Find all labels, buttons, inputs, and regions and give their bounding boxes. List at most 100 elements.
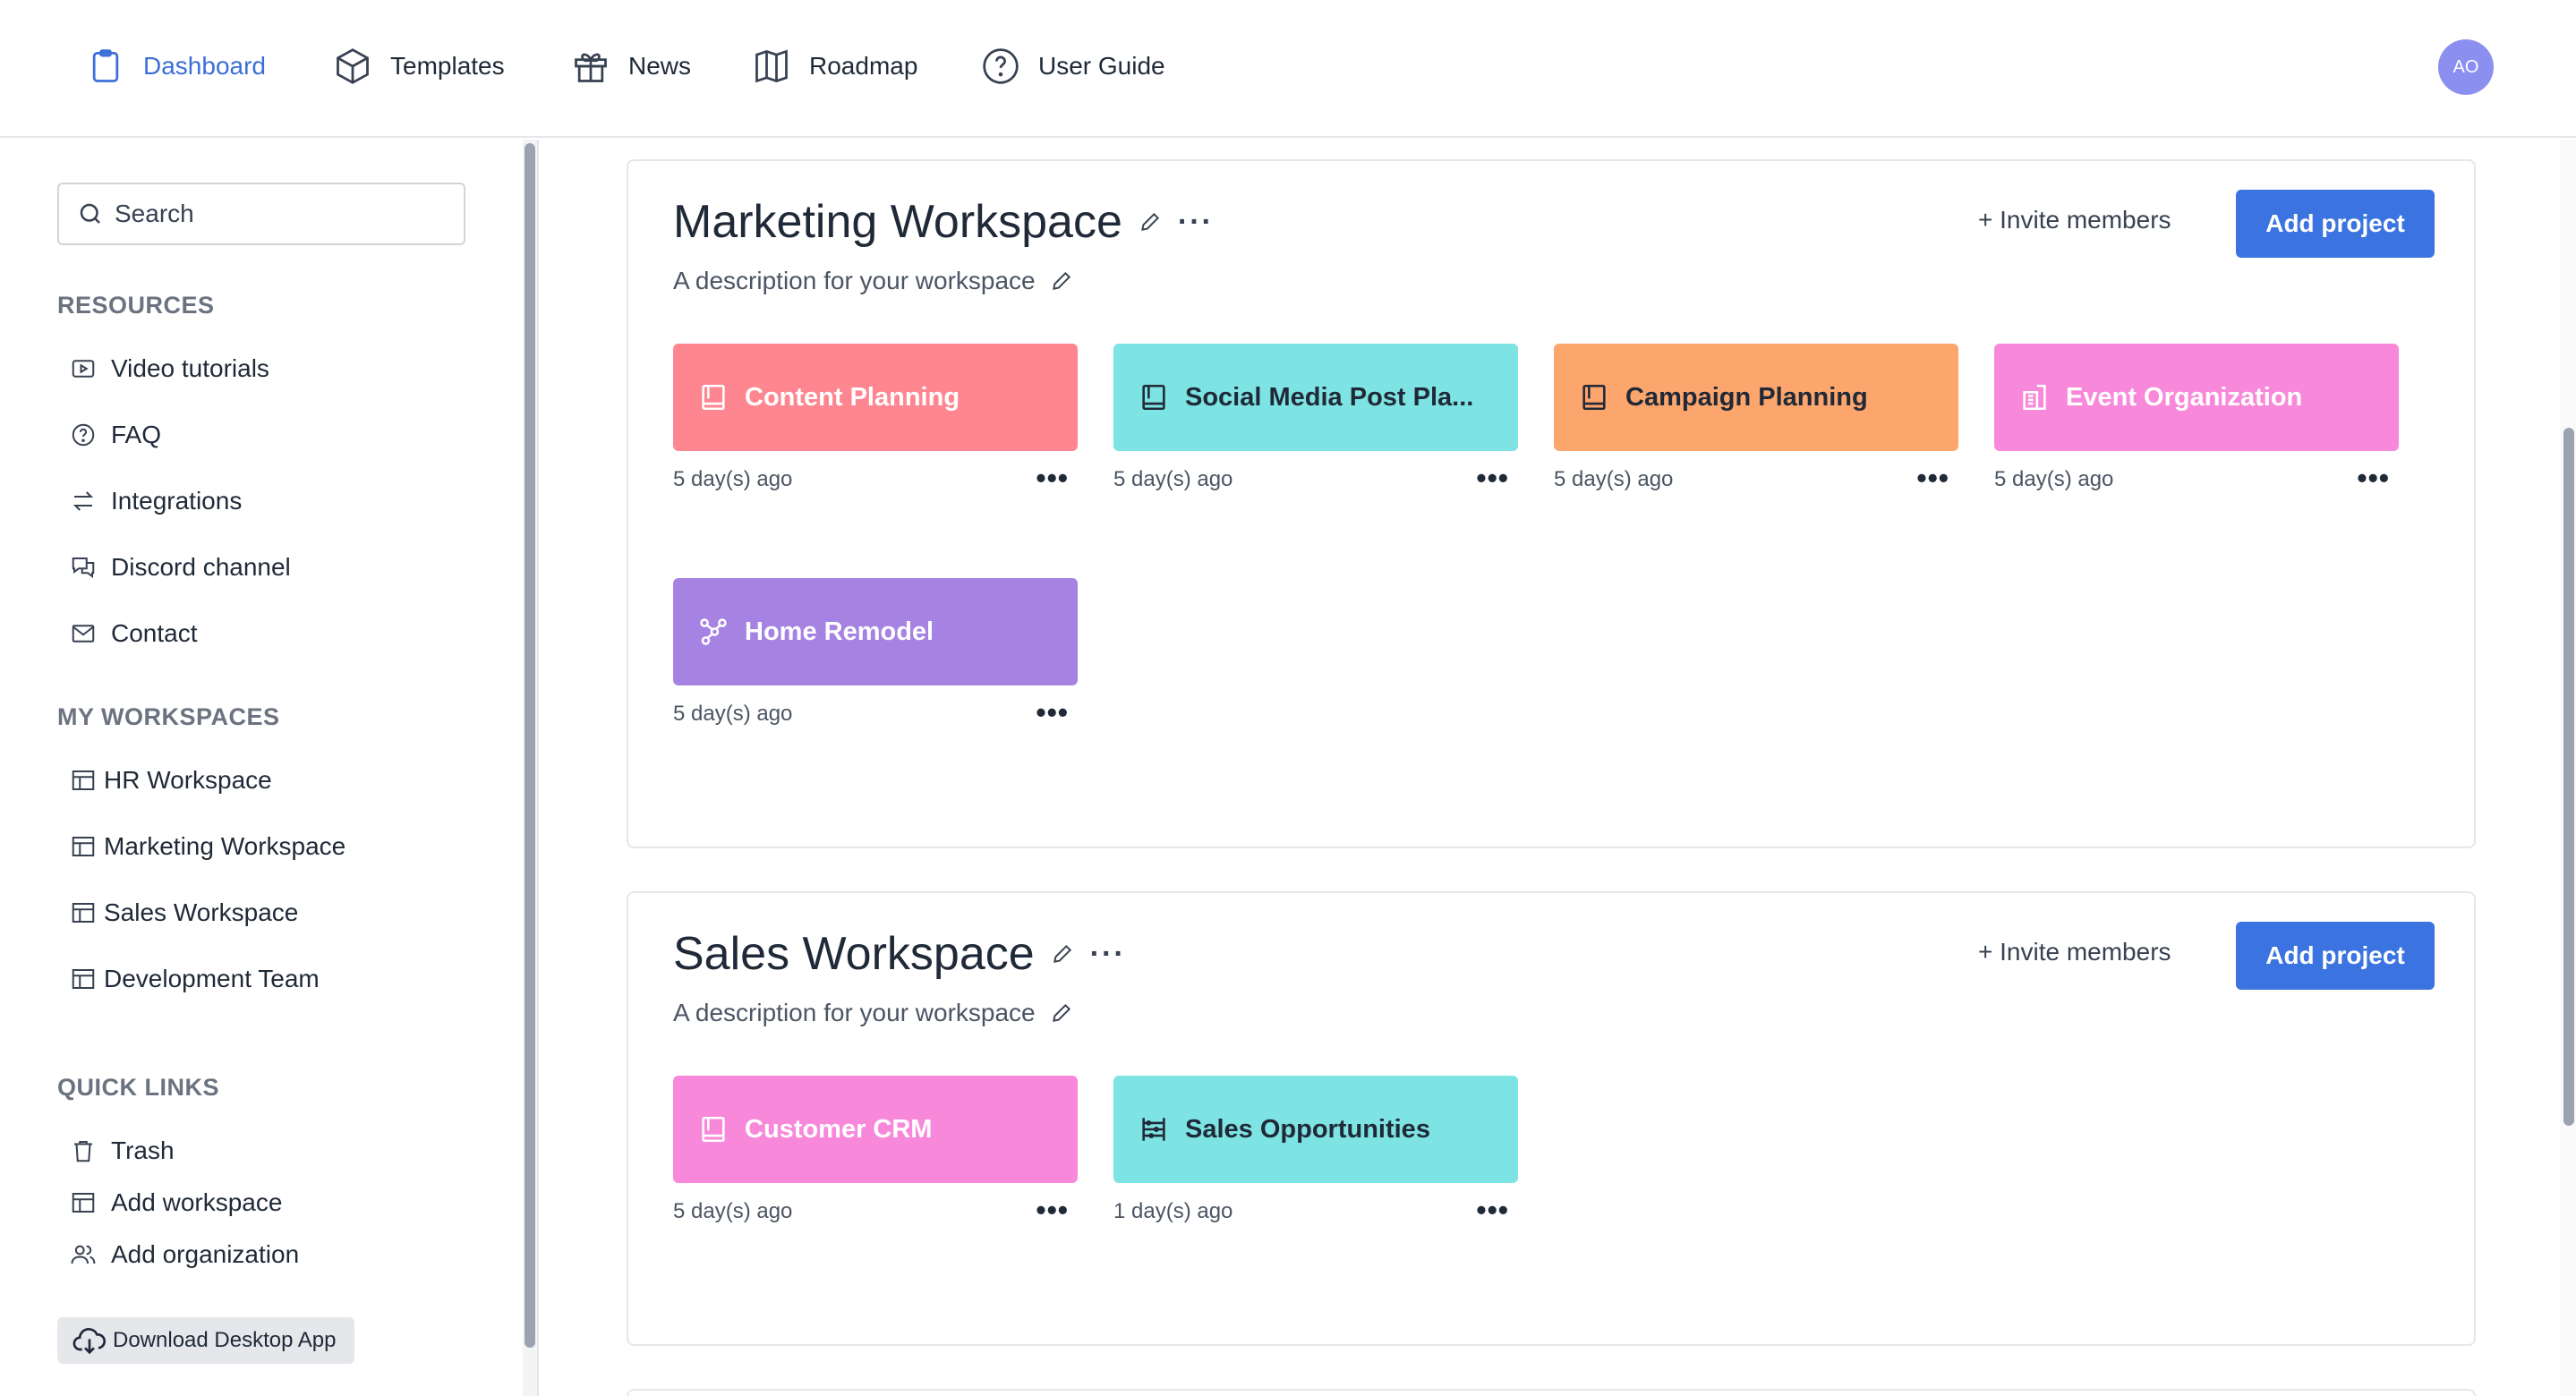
sidebar-item-faq[interactable]: FAQ	[70, 415, 161, 455]
project-meta: 5 day(s) ago •••	[1113, 451, 1518, 505]
sidebar-item-label: Development Team	[104, 965, 320, 992]
project-name: Campaign Planning	[1625, 382, 1868, 412]
project-tile[interactable]: Content Planning	[673, 344, 1078, 451]
project-meta: 5 day(s) ago •••	[1994, 451, 2399, 505]
avatar[interactable]: AO	[2438, 39, 2494, 95]
sidebar-scrollbar[interactable]	[523, 140, 537, 1396]
scrollbar-thumb[interactable]	[525, 143, 535, 1348]
project-name: Content Planning	[745, 382, 960, 412]
book-icon	[1142, 384, 1165, 411]
project-name: Social Media Post Pla...	[1185, 382, 1474, 412]
graph-icon	[700, 618, 727, 645]
sidebar-item-video-tutorials[interactable]: Video tutorials	[70, 349, 269, 388]
project-updated: 5 day(s) ago	[673, 467, 793, 491]
invite-members-button[interactable]: + Invite members	[1978, 206, 2171, 234]
sidebar-item-hr-workspace[interactable]: HR Workspace	[70, 761, 272, 800]
project-more-button[interactable]: •••	[1036, 462, 1069, 495]
sidebar-item-label: Video tutorials	[111, 354, 269, 382]
nav-label: User Guide	[1038, 52, 1165, 80]
project-card: Event Organization 5 day(s) ago •••	[1994, 344, 2399, 505]
pencil-icon[interactable]	[1050, 1001, 1073, 1025]
project-more-button[interactable]: •••	[1036, 1194, 1069, 1227]
my-workspaces-title: MY WORKSPACES	[57, 703, 280, 730]
table-icon	[72, 1193, 95, 1213]
question-circle-icon	[983, 48, 1019, 84]
pencil-icon[interactable]	[1139, 210, 1162, 234]
book-icon	[702, 384, 725, 411]
project-tile[interactable]: Social Media Post Pla...	[1113, 344, 1518, 451]
project-name: Home Remodel	[745, 617, 934, 646]
project-tile[interactable]: Customer CRM	[673, 1076, 1078, 1183]
workspace-more-button[interactable]: ···	[1178, 205, 1214, 240]
nav-news[interactable]: News	[571, 41, 691, 91]
sidebar-item-label: Add organization	[111, 1240, 300, 1268]
project-card: Campaign Planning 5 day(s) ago •••	[1554, 344, 1958, 505]
sidebar-item-sales-workspace[interactable]: Sales Workspace	[70, 893, 298, 932]
add-project-button[interactable]: Add project	[2236, 922, 2435, 990]
download-label: Download Desktop App	[113, 1328, 337, 1352]
workspace-card-sales: Sales Workspace ··· A description for yo…	[627, 891, 2476, 1346]
workspace-description: A description for your workspace	[673, 267, 1036, 294]
workspace-title: Sales Workspace	[673, 928, 1035, 980]
project-card: Social Media Post Pla... 5 day(s) ago ••…	[1113, 344, 1518, 505]
main-scrollbar[interactable]	[2560, 140, 2576, 1396]
project-tile[interactable]: Sales Opportunities	[1113, 1076, 1518, 1183]
scrollbar-thumb[interactable]	[2563, 428, 2574, 1126]
sidebar-item-discord-channel[interactable]: Discord channel	[70, 548, 291, 587]
sidebar-item-integrations[interactable]: Integrations	[70, 481, 242, 521]
project-more-button[interactable]: •••	[1916, 462, 1949, 495]
sidebar-item-label: HR Workspace	[104, 766, 272, 794]
search-box[interactable]	[57, 183, 465, 245]
sidebar-item-trash[interactable]: Trash	[70, 1131, 175, 1170]
building-icon	[2023, 384, 2046, 411]
gift-icon	[575, 53, 607, 82]
workspace-description: A description for your workspace	[673, 999, 1036, 1026]
workspace-more-button[interactable]: ···	[1090, 937, 1126, 972]
project-updated: 5 day(s) ago	[673, 702, 793, 726]
add-project-button[interactable]: Add project	[2236, 190, 2435, 258]
sidebar-item-contact[interactable]: Contact	[70, 614, 198, 653]
nav-user-guide[interactable]: User Guide	[981, 41, 1165, 91]
workspace-card-next	[627, 1389, 2476, 1396]
project-tile[interactable]: Event Organization	[1994, 344, 2399, 451]
project-tile[interactable]: Home Remodel	[673, 578, 1078, 685]
table-icon	[72, 903, 95, 923]
video-icon	[72, 360, 95, 378]
table-icon	[72, 969, 95, 989]
project-meta: 5 day(s) ago •••	[673, 685, 1078, 739]
workspace-description-row: A description for your workspace	[673, 999, 1073, 1027]
nav-dashboard[interactable]: Dashboard	[86, 41, 266, 91]
clipboard-icon	[92, 49, 119, 82]
download-desktop-app-button[interactable]: Download Desktop App	[57, 1317, 354, 1364]
sidebar-item-label: Integrations	[111, 487, 243, 515]
pencil-icon[interactable]	[1050, 269, 1073, 293]
pencil-icon[interactable]	[1051, 942, 1074, 966]
project-more-button[interactable]: •••	[1476, 462, 1509, 495]
project-updated: 5 day(s) ago	[1554, 467, 1674, 491]
project-name: Event Organization	[2066, 382, 2303, 412]
project-more-button[interactable]: •••	[1036, 696, 1069, 729]
project-meta: 5 day(s) ago •••	[673, 1183, 1078, 1237]
sidebar-item-development-team[interactable]: Development Team	[70, 959, 320, 999]
project-more-button[interactable]: •••	[1476, 1194, 1509, 1227]
sidebar-item-add-workspace[interactable]: Add workspace	[70, 1183, 282, 1222]
project-name: Customer CRM	[745, 1114, 933, 1144]
project-card: Customer CRM 5 day(s) ago •••	[673, 1076, 1078, 1237]
sidebar-item-add-organization[interactable]: Add organization	[70, 1235, 299, 1274]
nav-roadmap[interactable]: Roadmap	[752, 41, 917, 91]
nav-label: News	[628, 52, 692, 80]
mail-icon	[72, 625, 95, 643]
project-more-button[interactable]: •••	[2357, 462, 2390, 495]
sidebar-item-marketing-workspace[interactable]: Marketing Workspace	[70, 827, 345, 866]
invite-members-button[interactable]: + Invite members	[1978, 938, 2171, 966]
project-tile[interactable]: Campaign Planning	[1554, 344, 1958, 451]
project-meta: 1 day(s) ago •••	[1113, 1183, 1518, 1237]
sidebar-item-label: Marketing Workspace	[104, 832, 346, 860]
workspace-title-row: Marketing Workspace ···	[673, 195, 1214, 249]
project-card: Content Planning 5 day(s) ago •••	[673, 344, 1078, 505]
resources-title: RESOURCES	[57, 292, 215, 319]
search-input[interactable]	[115, 200, 455, 228]
nav-templates[interactable]: Templates	[333, 41, 505, 91]
workspace-description-row: A description for your workspace	[673, 267, 1073, 295]
project-updated: 5 day(s) ago	[673, 1199, 793, 1223]
